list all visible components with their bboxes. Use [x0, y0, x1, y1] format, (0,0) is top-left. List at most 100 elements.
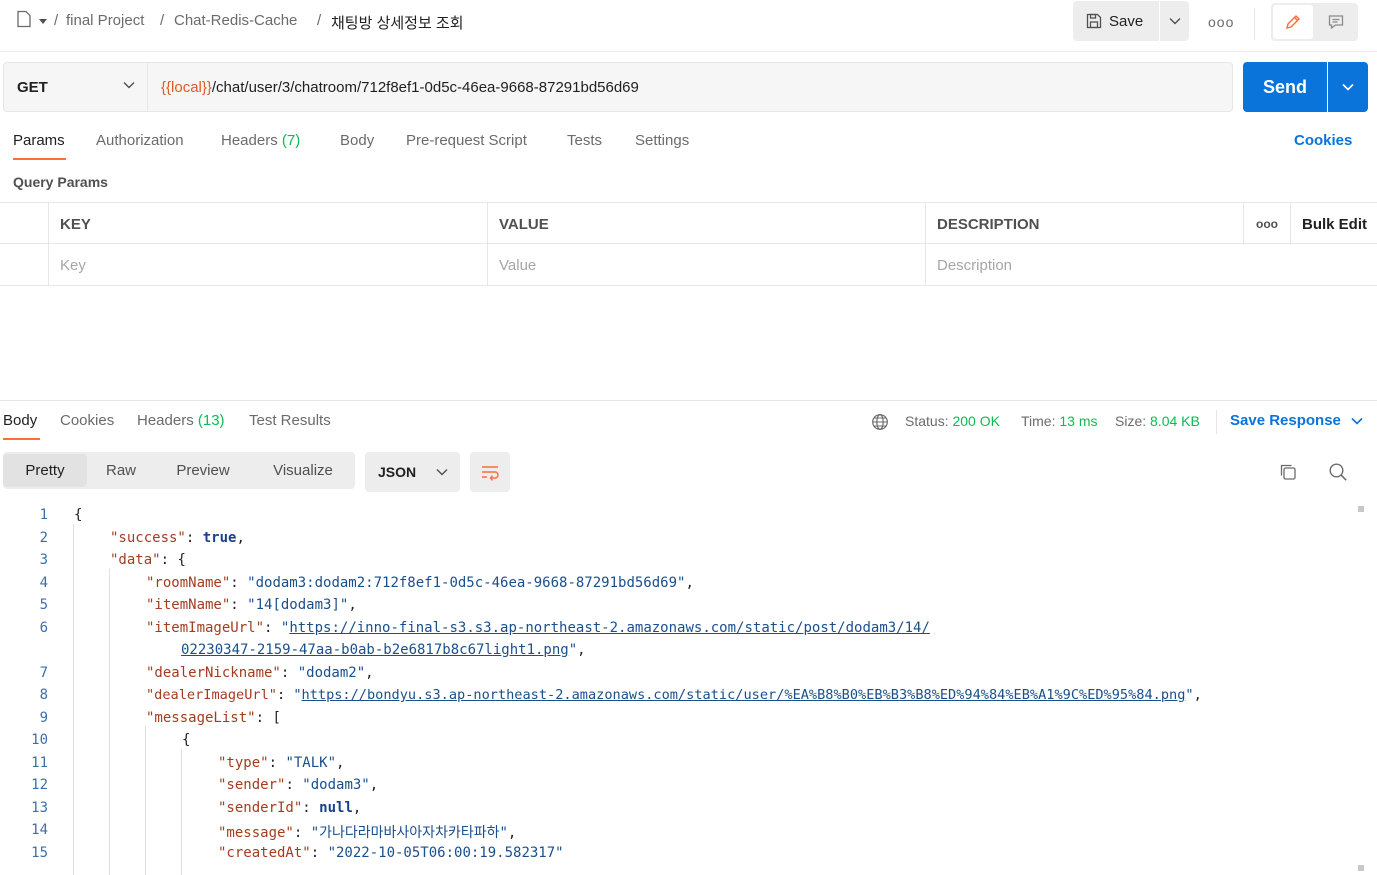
breadcrumb-collection[interactable]: Chat-Redis-Cache: [174, 12, 297, 29]
line-number: 10: [31, 732, 48, 748]
status-value: 200 OK: [952, 413, 1000, 429]
code-line: {: [74, 507, 83, 523]
size-label: Size:: [1115, 413, 1147, 429]
tab-headers[interactable]: Headers (7): [221, 132, 300, 149]
url-link[interactable]: https://inno-final-s3.s3.ap-northeast-2.…: [289, 620, 930, 636]
documentation-mode-button[interactable]: [1316, 5, 1356, 39]
code-line: "message": "가나다라마바사아자차카타파하",: [218, 825, 517, 841]
tab-pre-request-script[interactable]: Pre-request Script: [406, 132, 527, 149]
format-select[interactable]: JSON: [365, 452, 460, 492]
response-tab-headers[interactable]: Headers (13): [137, 412, 225, 429]
pencil-icon: [1286, 15, 1300, 29]
code-line: {: [182, 732, 191, 748]
response-tab-headers-count: (13): [197, 412, 225, 429]
request-doc-icon[interactable]: [15, 10, 33, 31]
cookies-link[interactable]: Cookies: [1294, 132, 1352, 149]
param-description-input[interactable]: Description: [926, 244, 1243, 286]
code-line: "createdAt": "2022-10-05T06:00:19.582317…: [218, 845, 564, 861]
method-label: GET: [17, 78, 48, 96]
response-tab-body[interactable]: Body: [3, 412, 37, 429]
more-actions-button[interactable]: ooo: [1208, 14, 1234, 30]
save-response-label: Save Response: [1230, 412, 1341, 429]
save-options-button[interactable]: [1160, 1, 1189, 41]
column-description-header: DESCRIPTION: [937, 215, 1040, 233]
param-key-input[interactable]: Key: [49, 244, 487, 286]
code-line: "itemName": "14[dodam3]",: [146, 597, 357, 613]
tab-headers-count: (7): [281, 132, 301, 149]
query-params-table: KEY VALUE DESCRIPTION ooo Bulk Edit Key …: [0, 202, 1377, 286]
view-raw-button[interactable]: Raw: [87, 454, 155, 487]
tab-tests[interactable]: Tests: [567, 132, 602, 149]
code-scrollbar[interactable]: [1358, 506, 1364, 871]
line-number: 8: [39, 687, 48, 703]
response-view-selector: Pretty Raw Preview Visualize: [3, 452, 355, 489]
breadcrumb-workspace[interactable]: final Project: [66, 12, 144, 29]
url-path: /chat/user/3/chatroom/712f8ef1-0d5c-46ea…: [211, 78, 639, 96]
view-preview-button[interactable]: Preview: [155, 454, 251, 487]
edit-mode-button[interactable]: [1273, 5, 1313, 39]
param-value-input[interactable]: Value: [488, 244, 925, 286]
url-input[interactable]: {{local}}/chat/user/3/chatroom/712f8ef1-…: [148, 62, 1233, 112]
method-select[interactable]: GET: [3, 62, 148, 112]
divider: [1254, 8, 1255, 40]
tab-settings[interactable]: Settings: [635, 132, 689, 149]
response-tab-test-results[interactable]: Test Results: [249, 412, 331, 429]
format-label: JSON: [378, 464, 417, 480]
response-divider[interactable]: [0, 400, 1377, 401]
status-indicator[interactable]: Status: 200 OK: [905, 413, 1000, 429]
line-number: 6: [39, 620, 48, 636]
code-line: "messageList": [: [146, 710, 281, 726]
breadcrumb-separator: /: [54, 12, 59, 29]
url-variable: {{local}}: [161, 78, 212, 96]
url-link[interactable]: 02230347-2159-47aa-b0ab-b2e6817b8c67ligh…: [181, 642, 569, 658]
breadcrumb-separator: /: [160, 12, 165, 29]
url-link[interactable]: https://bondyu.s3.ap-northeast-2.amazona…: [302, 687, 1186, 703]
line-number: 3: [39, 552, 48, 568]
time-indicator[interactable]: Time: 13 ms: [1021, 413, 1098, 429]
globe-icon[interactable]: [871, 413, 889, 434]
tab-params[interactable]: Params: [13, 132, 65, 149]
save-button[interactable]: Save: [1073, 1, 1159, 41]
save-response-button[interactable]: Save Response: [1230, 412, 1363, 429]
table-row: Key Value Description: [0, 244, 1377, 286]
time-value: 13 ms: [1059, 413, 1098, 429]
code-line: "dealerNickname": "dodam2",: [146, 665, 374, 681]
save-icon: [1086, 13, 1102, 29]
divider: [1216, 410, 1217, 434]
code-line: "senderId": null,: [218, 800, 362, 816]
code-line: "type": "TALK",: [218, 755, 345, 771]
wrap-lines-button[interactable]: [470, 452, 510, 492]
code-line: "sender": "dodam3",: [218, 777, 379, 793]
code-line: "success": true,: [110, 530, 245, 546]
tab-headers-label: Headers: [221, 132, 278, 149]
response-tab-cookies[interactable]: Cookies: [60, 412, 114, 429]
chevron-down-icon[interactable]: [38, 13, 48, 29]
wrap-lines-icon: [482, 466, 499, 481]
chevron-down-icon: [1342, 83, 1354, 91]
chevron-down-icon: [1351, 417, 1363, 425]
bulk-edit-button[interactable]: Bulk Edit: [1291, 203, 1377, 245]
response-tab-headers-label: Headers: [137, 412, 194, 429]
view-mode-toggle: [1271, 3, 1358, 41]
status-label: Status:: [905, 413, 949, 429]
breadcrumb-separator: /: [317, 12, 322, 29]
tab-authorization[interactable]: Authorization: [96, 132, 184, 149]
send-options-button[interactable]: [1328, 62, 1368, 112]
line-number: 5: [39, 597, 48, 613]
breadcrumb-request-name[interactable]: 채팅방 상세정보 조회: [331, 12, 464, 33]
code-line: "dealerImageUrl": "https://bondyu.s3.ap-…: [146, 687, 1202, 703]
view-pretty-button[interactable]: Pretty: [3, 454, 87, 487]
size-indicator[interactable]: Size: 8.04 KB: [1115, 413, 1200, 429]
line-number: 14: [31, 822, 48, 838]
query-params-title: Query Params: [13, 174, 108, 190]
line-number: 9: [39, 710, 48, 726]
send-button[interactable]: Send: [1243, 62, 1327, 112]
column-key-header: KEY: [60, 215, 91, 233]
copy-icon[interactable]: [1278, 462, 1298, 485]
response-body-code[interactable]: 1 2 3 4 5 6 7 8 9 10 11 12 13 14 15 { "s…: [0, 504, 1377, 875]
tab-body[interactable]: Body: [340, 132, 374, 149]
search-icon[interactable]: [1328, 462, 1348, 485]
column-options-button[interactable]: ooo: [1245, 203, 1289, 245]
column-value-header: VALUE: [499, 215, 549, 233]
view-visualize-button[interactable]: Visualize: [251, 454, 355, 487]
